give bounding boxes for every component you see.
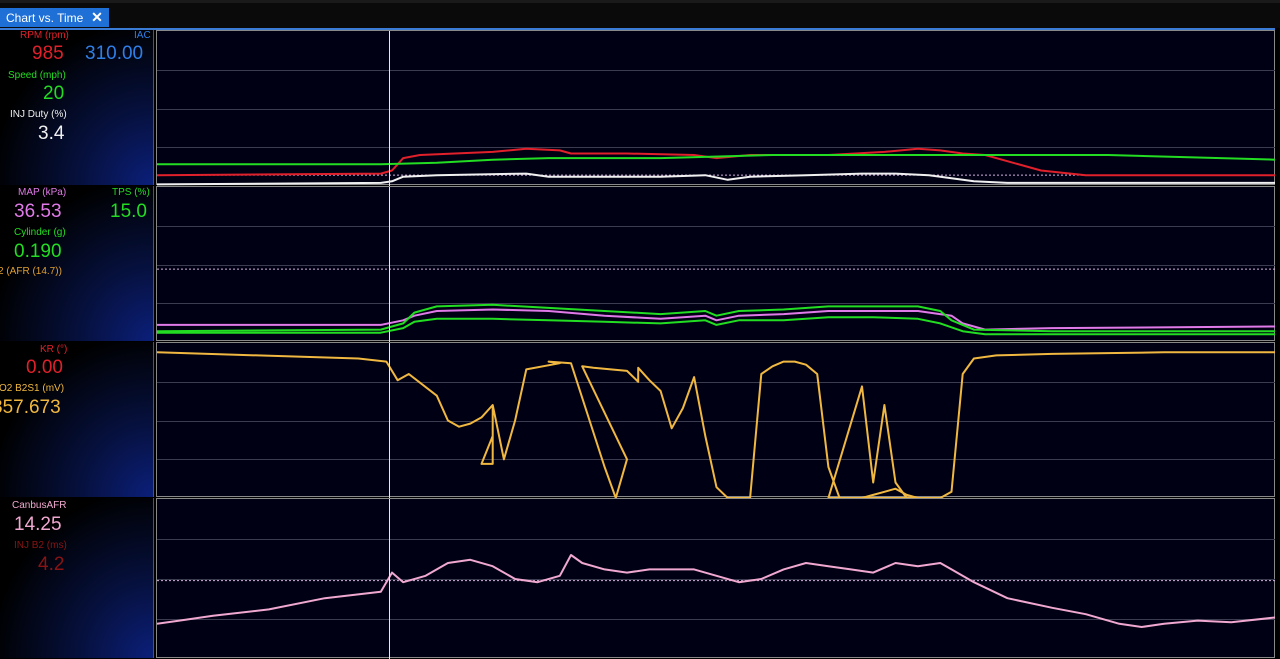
rpm-value: 985 [32,43,64,64]
inj-duty-value: 3.4 [38,123,65,144]
chart-panel-map: MAP (kPa) 36.53 TPS (%) 15.0 Cylinder (g… [0,186,1280,342]
chart-panel-kr: KR (°) 0.00 O2 B2S1 (mV) 357.673 [0,342,1280,498]
canbus-afr-label: CanbusAFR [12,500,67,511]
plot-area-kr[interactable] [156,342,1276,498]
close-icon[interactable]: ✕ [89,9,105,26]
tab-title: Chart vs. Time [6,10,84,25]
tps-label: TPS (%) [112,187,150,198]
canbus-afr-value: 14.25 [14,514,62,535]
legend-panel-rpm: RPM (rpm) 985 IAC 310.00 Speed (mph) 20 … [0,30,154,185]
map-label: MAP (kPa) [18,187,67,198]
chart-svg-1 [157,187,1276,342]
plot-area-rpm[interactable] [156,30,1276,186]
o2-b2s1-label: O2 B2S1 (mV) [0,383,65,394]
series-line-o2-b2s1-mv- [157,351,1276,498]
speed-label: Speed (mph) [8,70,66,81]
inj-b2-label: INJ B2 (ms) [14,540,67,551]
chart-panel-canbus-afr: CanbusAFR 14.25 INJ B2 (ms) 4.2 [0,498,1280,659]
o2-b2s1-value: 357.673 [0,397,61,418]
plot-area-map[interactable] [156,186,1276,342]
chart-svg-3 [157,499,1276,659]
window-top-strip [0,0,1280,3]
chart-svg-2 [157,343,1276,498]
series-line-speed-mph- [157,154,1276,166]
kr-value: 0.00 [26,357,63,378]
series-line-canbusafr [157,554,1276,628]
inj-b2-value: 4.2 [38,554,65,575]
kr-label: KR (°) [40,344,68,355]
cylinder-label: Cylinder (g) [14,227,66,238]
tps-value: 15.0 [110,201,147,222]
tab-bar [0,0,1280,30]
window-edge [1275,28,1280,658]
legend-panel-canbus-afr: CanbusAFR 14.25 INJ B2 (ms) 4.2 [0,498,154,658]
plot-area-canbus-afr[interactable] [156,498,1276,659]
iac-label: IAC [134,30,151,41]
chart-svg-0 [157,31,1276,186]
cylinder-value: 0.190 [14,241,62,262]
series-line-map-kpa- [157,308,1276,331]
rpm-label: RPM (rpm) [20,30,69,41]
o2-afr-label: 2 (AFR (14.7)) [0,266,62,277]
speed-value: 20 [43,83,65,104]
inj-duty-label: INJ Duty (%) [10,109,67,120]
chart-panel-rpm: RPM (rpm) 985 IAC 310.00 Speed (mph) 20 … [0,30,1280,186]
legend-panel-kr: KR (°) 0.00 O2 B2S1 (mV) 357.673 [0,342,154,497]
iac-value: 310.00 [85,43,144,64]
map-value: 36.53 [14,201,62,222]
tab-chart-vs-time[interactable]: Chart vs. Time ✕ [0,8,109,27]
series-line-rpm-rpm- [157,147,1276,177]
legend-panel-map: MAP (kPa) 36.53 TPS (%) 15.0 Cylinder (g… [0,186,154,341]
